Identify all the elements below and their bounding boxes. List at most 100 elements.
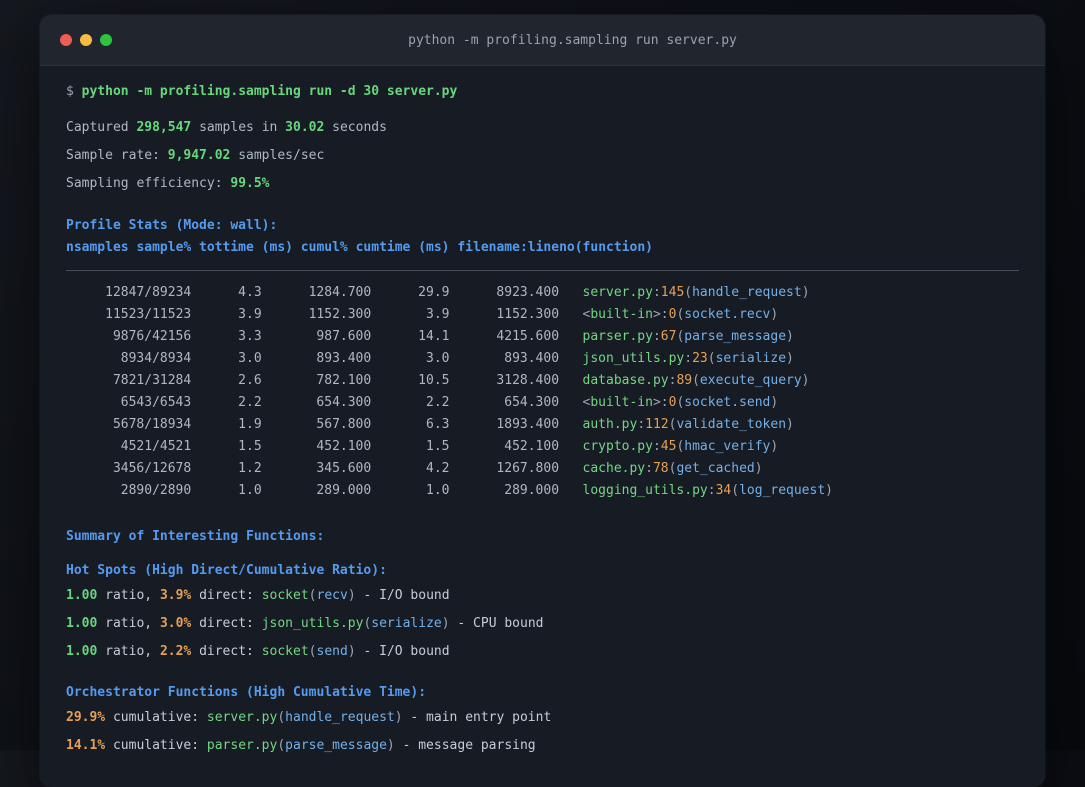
paren: ) [801,285,810,300]
ratio-value: 1.00 [66,644,98,659]
cumtime-value: 4215.600 [496,329,560,344]
file-name: logging_utils.py [582,483,708,498]
cumul-pct-value: 4.2 [426,461,450,476]
paren: ( [308,588,317,603]
profile-row: 7821/31284 2.6 782.100 10.5 3128.400 database… [66,370,1019,392]
tottime-value: 1284.700 [308,285,372,300]
cumulative-pct-value: 14.1% [66,738,106,753]
file-name: crypto.py [582,439,653,454]
paren: ) [770,439,779,454]
colon: : [645,461,653,476]
profile-stats-heading: Profile Stats (Mode: wall): [66,218,278,233]
tottime-value: 1152.300 [308,307,372,322]
lineno-value: 23 [692,351,708,366]
direct-label: direct: [191,616,262,631]
lineno-value: 89 [676,373,693,388]
function-name: get_cached [676,461,755,476]
orchestrators-heading: Orchestrator Functions (High Cumulative … [66,685,427,700]
cumulative-pct-value: 29.9% [66,710,106,725]
efficiency-line: Sampling efficiency: 99.5% [66,174,1019,194]
location: <built-in>:0(socket.send) [559,395,779,410]
hot-spot-row: 1.00 ratio, 3.9% direct: socket(recv) - … [66,586,1019,606]
ratio-value: 1.00 [66,588,98,603]
colon: : [652,329,661,344]
tottime-value: 987.600 [316,329,372,344]
direct-pct-value: 3.0% [159,616,192,631]
direct-pct-value: 2.2% [159,644,192,659]
captured-mid-label: samples in [191,120,286,135]
location: auth.py:112(validate_token) [559,417,794,432]
zoom-button-icon[interactable] [100,34,112,46]
profile-row: 3456/12678 1.2 345.600 4.2 1267.800 cache.py:… [66,458,1019,480]
paren: ) [770,395,779,410]
file-name: cache.py [582,461,646,476]
file-name: parser.py [582,329,653,344]
tottime-value: 289.000 [316,483,372,498]
paren: ) [801,373,810,388]
sample-pct-value: 1.0 [238,483,262,498]
sample-pct-value: 2.6 [238,373,262,388]
file-name: socket [261,588,309,603]
hot-spots-heading: Hot Spots (High Direct/Cumulative Ratio)… [66,563,387,578]
orchestrator-row: 29.9% cumulative: server.py(handle_reque… [66,708,1019,728]
paren: ) [770,307,779,322]
ratio-label: ratio, [97,616,160,631]
function-name: socket.recv [684,307,771,322]
lineno-value: 45 [660,439,677,454]
nsamples-value: 8934/8934 [120,351,192,366]
nsamples-value: 11523/11523 [105,307,192,322]
ratio-label: ratio, [97,588,160,603]
orchestrators-list: 29.9% cumulative: server.py(handle_reque… [66,708,1019,756]
profile-row: 5678/18934 1.9 567.800 6.3 1893.400 auth.py:1… [66,414,1019,436]
location: <built-in>:0(socket.recv) [559,307,779,322]
close-button-icon[interactable] [60,34,72,46]
function-name: parse_message [285,738,387,753]
window-title: python -m profiling.sampling run server.… [408,32,737,48]
paren: ( [277,738,286,753]
file-name: database.py [582,373,669,388]
cumtime-value: 8923.400 [496,285,560,300]
function-name: validate_token [676,417,787,432]
function-name: hmac_verify [684,439,771,454]
cumulative-label: cumulative: [105,710,207,725]
captured-suffix-label: seconds [324,120,387,135]
direct-label: direct: [191,644,262,659]
profile-row: 4521/4521 1.5 452.100 1.5 452.100 crypto.py:4… [66,436,1019,458]
sample-pct-value: 4.3 [238,285,262,300]
paren: ) [825,483,833,498]
cumtime-value: 1267.800 [496,461,560,476]
profile-row: 9876/42156 3.3 987.600 14.1 4215.600 parser.p… [66,326,1019,348]
shell-prompt: $ [66,84,82,99]
titlebar[interactable]: python -m profiling.sampling run server.… [40,15,1045,66]
note: - main entry point [402,710,552,725]
nsamples-value: 9876/42156 [112,329,192,344]
cumtime-value: 452.100 [504,439,560,454]
cumtime-value: 289.000 [504,483,560,498]
hot-spot-row: 1.00 ratio, 3.0% direct: json_utils.py(s… [66,614,1019,634]
colon: : [707,483,716,498]
captured-label: Captured [66,120,137,135]
minimize-button-icon[interactable] [80,34,92,46]
direct-label: direct: [191,588,262,603]
cumtime-value: 1893.400 [496,417,560,432]
tottime-value: 567.800 [316,417,372,432]
function-name: serialize [371,616,442,631]
nsamples-value: 5678/18934 [112,417,192,432]
function-name: log_request [739,483,826,498]
sample-pct-value: 1.5 [238,439,262,454]
command-line: $ python -m profiling.sampling run -d 30… [66,82,1019,102]
cumul-pct-value: 3.9 [426,307,450,322]
location: json_utils.py:23(serialize) [559,351,794,366]
note: - I/O bound [355,588,450,603]
hot-spot-row: 1.00 ratio, 2.2% direct: socket(send) - … [66,642,1019,662]
note: - message parsing [394,738,536,753]
profile-row: 6543/6543 2.2 654.300 2.2 654.300 <built-in>:… [66,392,1019,414]
file-name: json_utils.py [261,616,364,631]
cumul-pct-value: 14.1 [418,329,450,344]
colon: : [660,307,669,322]
file-name: server.py [206,710,278,725]
orchestrator-row: 14.1% cumulative: parser.py(parse_messag… [66,736,1019,756]
paren: ( [684,285,693,300]
paren: ( [731,483,740,498]
cumul-pct-value: 1.5 [426,439,450,454]
